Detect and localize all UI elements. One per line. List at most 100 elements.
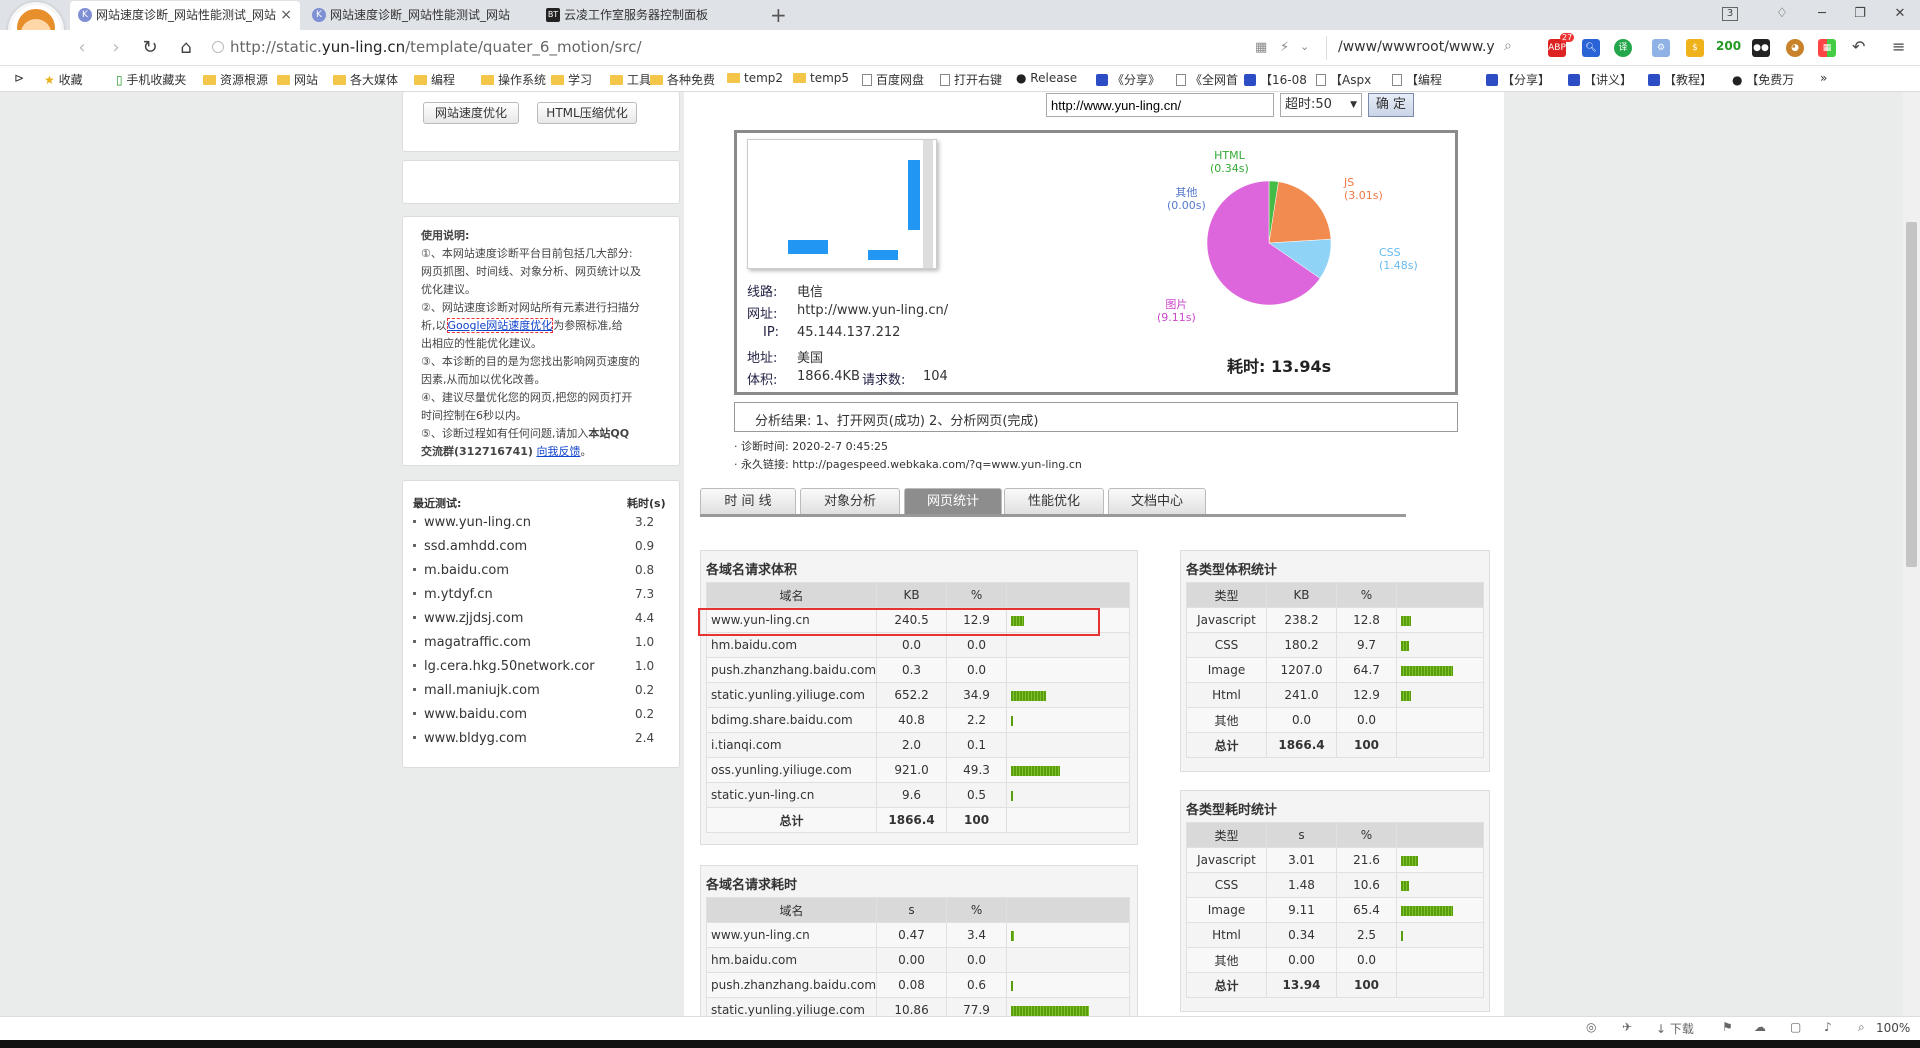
menu-icon[interactable]: ≡	[1892, 37, 1905, 56]
gear-icon[interactable]: ⚙	[1652, 39, 1670, 57]
download-button[interactable]: ↓ 下载	[1656, 1020, 1694, 1037]
home-icon[interactable]: ⌂	[174, 36, 198, 60]
recent-site-link[interactable]: lg.cera.hkg.50network.cor	[424, 659, 595, 674]
speed-mode-icon[interactable]: ⚡	[1280, 40, 1289, 55]
page-thumbnail[interactable]	[747, 139, 937, 269]
tab-1[interactable]: 对象分析	[800, 488, 900, 514]
recent-site-link[interactable]: mall.maniujk.com	[424, 683, 540, 698]
tampermonkey-icon[interactable]: ●●	[1752, 39, 1770, 57]
bookmark-item[interactable]: ▯ 手机收藏夹	[116, 71, 186, 88]
feedback-link[interactable]: 向我反馈	[536, 445, 580, 458]
recent-test-item[interactable]: www.bldyg.com 2.4	[413, 731, 663, 755]
timeout-select[interactable]: 超时:50 ▼	[1280, 93, 1362, 117]
new-tab-button[interactable]: +	[770, 3, 787, 27]
bookmark-item[interactable]: 【讲义】	[1568, 71, 1632, 88]
bookmark-item[interactable]: 操作系统	[481, 71, 546, 88]
more-bookmarks-icon[interactable]: »	[1820, 71, 1827, 85]
bookmark-item[interactable]: 工具	[610, 71, 651, 88]
browser-tab-2[interactable]: K 网站速度诊断_网站性能测试_网站	[304, 1, 534, 30]
qr-icon[interactable]: ▦	[1255, 40, 1267, 55]
recent-site-link[interactable]: www.yun-ling.cn	[424, 515, 531, 530]
bookmark-item[interactable]: 【16-08	[1244, 71, 1307, 88]
tab-3[interactable]: 性能优化	[1004, 488, 1104, 514]
scrollbar-thumb[interactable]	[1906, 222, 1917, 567]
bookmark-item[interactable]: ★ 收藏	[44, 71, 83, 88]
window-icon[interactable]: ▢	[1790, 1020, 1801, 1034]
reload-icon[interactable]: ↻	[138, 36, 162, 60]
recent-site-link[interactable]: magatraffic.com	[424, 635, 531, 650]
pin-icon[interactable]: ✈	[1622, 1020, 1632, 1034]
coupon-icon[interactable]: $	[1686, 39, 1704, 57]
bookmark-item[interactable]: 打开右键	[940, 71, 1002, 88]
test-url-input[interactable]	[1046, 93, 1274, 117]
counter-badge[interactable]: 200	[1716, 39, 1741, 53]
search-icon[interactable]: ⌕	[1504, 38, 1512, 54]
flag-icon[interactable]: ⚑	[1722, 1020, 1733, 1034]
bookmark-item[interactable]: 各大媒体	[333, 71, 398, 88]
bookmark-item[interactable]: 《分享》	[1096, 71, 1160, 88]
bookmark-item[interactable]: 【编程	[1392, 71, 1442, 88]
bookmark-item[interactable]: 【分享】	[1486, 71, 1550, 88]
recent-site-link[interactable]: www.baidu.com	[424, 707, 527, 722]
bookmark-item[interactable]: temp5	[793, 71, 849, 85]
undo-icon[interactable]: ↶	[1852, 37, 1865, 56]
recent-test-item[interactable]: magatraffic.com 1.0	[413, 635, 663, 659]
close-tab-icon[interactable]: ×	[280, 1, 292, 29]
translate-icon[interactable]: 译	[1614, 39, 1632, 57]
shield-icon[interactable]: ◎	[1586, 1020, 1596, 1034]
bookmark-item[interactable]: 资源根源	[203, 71, 268, 88]
tab-2[interactable]: 网页统计	[904, 488, 1002, 514]
forward-icon[interactable]: ›	[104, 36, 128, 60]
bookmark-item[interactable]: 《全网首	[1176, 71, 1238, 88]
recent-site-link[interactable]: m.baidu.com	[424, 563, 509, 578]
minimize-icon[interactable]: ─	[1810, 4, 1834, 24]
tab-0[interactable]: 时 间 线	[700, 488, 796, 514]
tab-count-badge[interactable]: 3	[1722, 7, 1738, 21]
recent-test-item[interactable]: www.baidu.com 0.2	[413, 707, 663, 731]
bookmark-item[interactable]: temp2	[727, 71, 783, 85]
recent-test-item[interactable]: www.zjjdsj.com 4.4	[413, 611, 663, 635]
bookmark-item[interactable]: 网站	[277, 71, 318, 88]
zoom-icon[interactable]: ⌕	[1858, 1020, 1865, 1035]
bookmark-item[interactable]: ● Release	[1016, 71, 1077, 85]
bookmark-item[interactable]: 【教程】	[1648, 71, 1712, 88]
google-speed-link[interactable]: Google网站速度优化	[446, 318, 554, 333]
site-info-icon[interactable]	[212, 41, 224, 53]
zoom-level[interactable]: 100%	[1876, 1021, 1910, 1035]
restore-icon[interactable]: ❐	[1848, 4, 1872, 24]
recent-site-link[interactable]: m.ytdyf.cn	[424, 587, 493, 602]
recent-site-link[interactable]: ssd.amhdd.com	[424, 539, 527, 554]
browser-tab-1[interactable]: K 网站速度诊断_网站性能测试_网站 ×	[70, 1, 300, 30]
bookmark-item[interactable]: 百度网盘	[862, 71, 924, 88]
recent-test-item[interactable]: lg.cera.hkg.50network.cor 1.0	[413, 659, 663, 683]
recent-test-item[interactable]: www.yun-ling.cn 3.2	[413, 515, 663, 539]
cookie-icon[interactable]: ◕	[1786, 39, 1804, 57]
url-field[interactable]: http://static.yun-ling.cn/template/quate…	[230, 38, 642, 56]
tab-4[interactable]: 文档中心	[1108, 488, 1206, 514]
sidebar-toggle-icon[interactable]: ⊳	[14, 71, 24, 85]
chevron-down-icon[interactable]: ⌄	[1300, 40, 1309, 53]
search-input[interactable]: /www/wwwroot/www.y	[1338, 39, 1495, 55]
recent-test-item[interactable]: ssd.amhdd.com 0.9	[413, 539, 663, 563]
back-icon[interactable]: ‹	[70, 36, 94, 60]
permalink[interactable]: · 永久链接: http://pagespeed.webkaka.com/?q=…	[734, 456, 1082, 472]
bookmark-item[interactable]: ● 【免费万	[1732, 71, 1794, 88]
apps-icon[interactable]: ▦	[1818, 39, 1836, 57]
recent-test-item[interactable]: m.ytdyf.cn 7.3	[413, 587, 663, 611]
bookmark-item[interactable]: 编程	[414, 71, 455, 88]
browser-tab-3[interactable]: BT 云凌工作室服务器控制面板	[538, 1, 768, 30]
recent-test-item[interactable]: mall.maniujk.com 0.2	[413, 683, 663, 707]
volume-icon[interactable]: ♪	[1824, 1020, 1832, 1034]
bookmark-item[interactable]: 学习	[551, 71, 592, 88]
confirm-button[interactable]: 确 定	[1368, 93, 1414, 117]
close-window-icon[interactable]: ✕	[1888, 4, 1912, 24]
speed-optimize-button[interactable]: 网站速度优化	[423, 102, 519, 124]
recent-site-link[interactable]: www.zjjdsj.com	[424, 611, 523, 626]
bookmark-item[interactable]: 【Aspx	[1316, 71, 1371, 88]
recent-site-link[interactable]: www.bldyg.com	[424, 731, 527, 746]
cloud-icon[interactable]: ☁	[1754, 1020, 1766, 1034]
recent-test-item[interactable]: m.baidu.com 0.8	[413, 563, 663, 587]
html-compress-button[interactable]: HTML压缩优化	[537, 102, 637, 124]
bookmark-item[interactable]: 各种免费	[650, 71, 715, 88]
search-ext-icon[interactable]: 🔍︎	[1582, 39, 1600, 57]
